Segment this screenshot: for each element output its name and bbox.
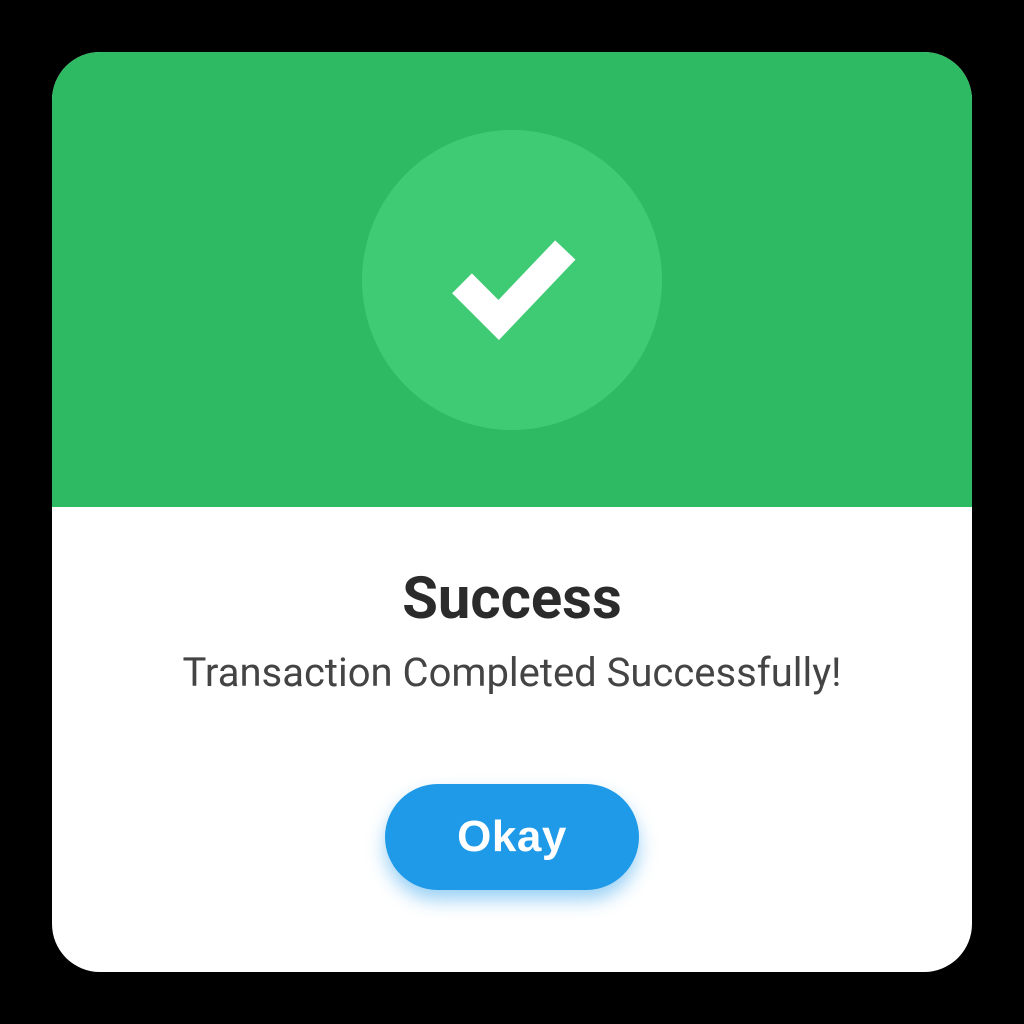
check-circle [362,130,662,430]
dialog-header [52,52,972,507]
success-dialog: Success Transaction Completed Successful… [52,52,972,972]
dialog-title: Success [402,565,622,633]
check-icon [432,200,592,360]
dialog-body: Success Transaction Completed Successful… [52,507,972,972]
dialog-message: Transaction Completed Successfully! [183,649,842,696]
okay-button[interactable]: Okay [385,784,639,890]
